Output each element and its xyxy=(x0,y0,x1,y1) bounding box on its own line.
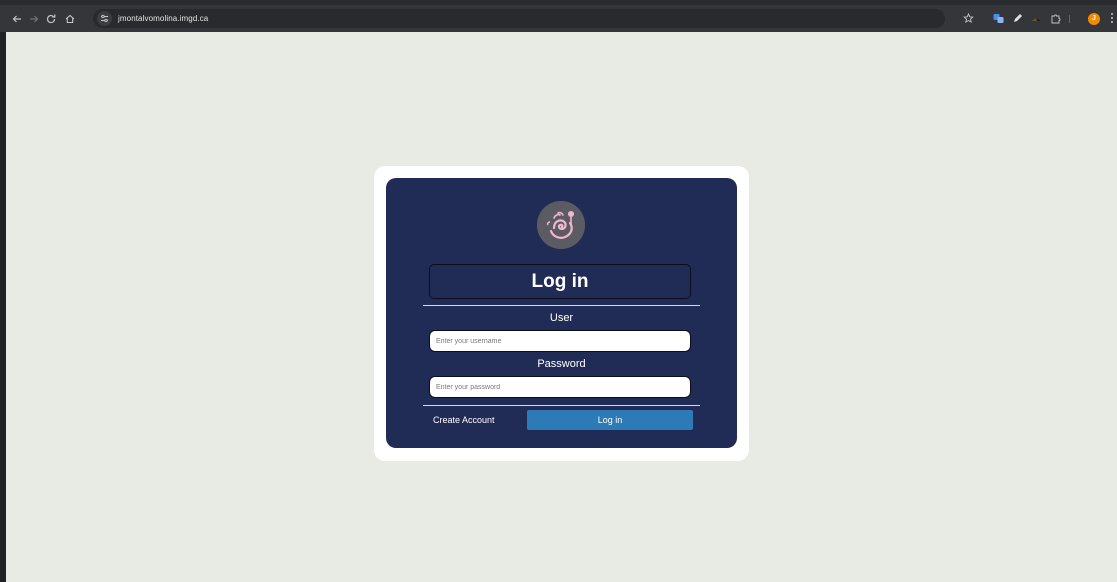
url-text[interactable]: jmontalvomolina.imgd.ca xyxy=(118,12,208,25)
bookmark-star-icon[interactable] xyxy=(963,13,974,24)
login-title: Log in xyxy=(429,264,691,299)
site-info-tune-icon[interactable] xyxy=(97,11,112,26)
translate-icon[interactable] xyxy=(993,13,1004,24)
browser-toolbar: jmontalvomolina.imgd.ca J xyxy=(0,5,1117,32)
login-card-frame: Log in User Password Create Account Log … xyxy=(374,166,749,461)
login-button[interactable]: Log in xyxy=(527,410,693,430)
puzzle-extensions-icon[interactable] xyxy=(1050,13,1061,24)
user-label: User xyxy=(549,312,574,324)
password-input[interactable] xyxy=(429,376,691,398)
home-icon[interactable] xyxy=(62,11,78,27)
password-label: Password xyxy=(537,358,586,370)
username-input[interactable] xyxy=(429,330,691,352)
page-viewport: Log in User Password Create Account Log … xyxy=(6,32,1117,582)
address-bar[interactable]: jmontalvomolina.imgd.ca xyxy=(93,9,945,28)
extension-shape-icon[interactable] xyxy=(1031,13,1042,24)
create-account-link[interactable]: Create Account xyxy=(433,414,495,426)
divider-top xyxy=(423,305,700,306)
toolbar-divider xyxy=(1069,15,1070,23)
profile-avatar[interactable]: J xyxy=(1088,13,1100,25)
pen-icon[interactable] xyxy=(1012,13,1023,24)
kebab-menu-icon[interactable] xyxy=(1110,13,1114,25)
forward-arrow-icon[interactable] xyxy=(26,11,42,27)
back-arrow-icon[interactable] xyxy=(9,11,25,27)
chef-logo-icon xyxy=(537,201,585,249)
divider-bottom xyxy=(423,405,700,406)
login-card: Log in User Password Create Account Log … xyxy=(386,178,737,448)
reload-icon[interactable] xyxy=(43,11,59,27)
